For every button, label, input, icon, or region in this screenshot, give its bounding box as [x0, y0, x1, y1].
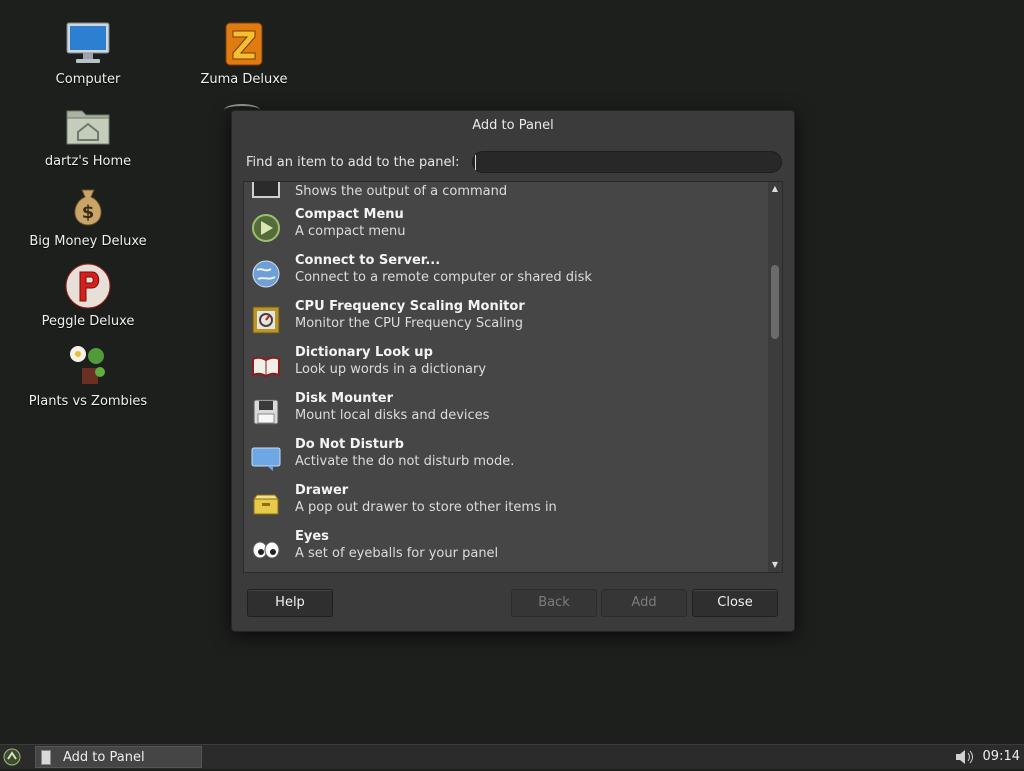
cpu-icon — [251, 305, 281, 335]
eyes-icon — [251, 535, 281, 565]
scroll-up-icon[interactable]: ▲ — [768, 182, 782, 196]
back-button[interactable]: Back — [511, 589, 597, 617]
taskbar: Add to Panel 09:14 — [0, 744, 1024, 769]
compact-menu-icon — [251, 213, 281, 243]
find-row: Find an item to add to the panel: — [246, 149, 782, 175]
volume-icon[interactable] — [954, 748, 976, 766]
command-icon — [251, 182, 281, 203]
list-item-desc: Shows the output of a command — [295, 184, 508, 199]
desktop-icon-label: Big Money Deluxe — [29, 234, 147, 249]
plants-icon — [64, 342, 112, 390]
computer-icon — [64, 20, 112, 68]
scrollbar-thumb[interactable] — [771, 265, 779, 339]
svg-text:$: $ — [82, 202, 95, 223]
list-item[interactable]: Do Not Disturb Activate the do not distu… — [244, 435, 766, 481]
home-folder-icon — [64, 102, 112, 150]
desktop-icon-label: Computer — [55, 72, 121, 87]
main-menu-icon[interactable] — [2, 747, 24, 767]
search-input[interactable] — [471, 151, 782, 173]
money-bag-icon: $ — [64, 182, 112, 230]
list-item-desc: Activate the do not disturb mode. — [295, 454, 515, 469]
scroll-down-icon[interactable]: ▼ — [768, 558, 782, 572]
list-scrollbar[interactable]: ▲ ▼ — [768, 182, 782, 572]
close-button[interactable]: Close — [692, 589, 778, 617]
window-icon — [41, 750, 51, 765]
zuma-icon — [220, 20, 268, 68]
peggle-icon — [64, 262, 112, 310]
dialog-title: Add to Panel — [472, 118, 554, 133]
desktop-icon-zuma[interactable]: Zuma Deluxe — [184, 20, 304, 87]
help-button[interactable]: Help — [247, 589, 333, 617]
add-button[interactable]: Add — [601, 589, 687, 617]
list-item[interactable]: Disk Mounter Mount local disks and devic… — [244, 389, 766, 435]
taskbar-window-label: Add to Panel — [63, 750, 145, 765]
list-item-desc: Mount local disks and devices — [295, 408, 490, 423]
list-item-desc: A set of eyeballs for your panel — [295, 546, 499, 561]
list-item-name: CPU Frequency Scaling Monitor — [295, 299, 525, 314]
list-item[interactable]: Dictionary Look up Look up words in a di… — [244, 343, 766, 389]
list-item-name: Connect to Server... — [295, 253, 441, 268]
find-label: Find an item to add to the panel: — [246, 154, 460, 170]
list-item-desc: A pop out drawer to store other items in — [295, 500, 557, 515]
list-item-desc: A compact menu — [295, 224, 406, 239]
desktop-icon-label: Plants vs Zombies — [28, 394, 148, 409]
desktop-icon-label: Zuma Deluxe — [200, 72, 288, 87]
desktop-icon-home[interactable]: dartz's Home — [28, 102, 148, 169]
list-item-name: Eyes — [295, 529, 329, 544]
globe-icon — [251, 259, 281, 289]
list-item-name: Compact Menu — [295, 207, 404, 222]
drawer-icon — [251, 489, 281, 519]
list-item-name: Drawer — [295, 483, 349, 498]
list-item-desc: Monitor the CPU Frequency Scaling — [295, 316, 523, 331]
list-item-desc: Look up words in a dictionary — [295, 362, 487, 377]
floppy-disk-icon — [251, 397, 281, 427]
list-item[interactable]: CPU Frequency Scaling Monitor Monitor th… — [244, 297, 766, 343]
list-item-desc: Connect to a remote computer or shared d… — [295, 270, 592, 285]
desktop-icon-plants[interactable]: Plants vs Zombies — [28, 342, 148, 409]
clock: 09:14 — [982, 749, 1020, 764]
panel-items-list[interactable]: Shows the output of a command Compact Me… — [243, 181, 783, 573]
desktop-icon-label: dartz's Home — [44, 154, 132, 169]
list-item-name: Disk Mounter — [295, 391, 393, 406]
notification-icon — [251, 443, 281, 473]
add-to-panel-dialog: Add to Panel Find an item to add to the … — [231, 110, 795, 632]
list-item[interactable]: Eyes A set of eyeballs for your panel — [244, 527, 766, 572]
text-caret — [474, 155, 476, 170]
desktop-icon-computer[interactable]: Computer — [28, 20, 148, 87]
list-item[interactable]: Drawer A pop out drawer to store other i… — [244, 481, 766, 527]
desktop-icon-peggle[interactable]: Peggle Deluxe — [28, 262, 148, 329]
list-item-name: Do Not Disturb — [295, 437, 404, 452]
desktop-icon-label: Peggle Deluxe — [41, 314, 135, 329]
book-icon — [251, 351, 281, 381]
taskbar-window-button[interactable]: Add to Panel — [35, 746, 202, 768]
list-item[interactable]: Compact Menu A compact menu — [244, 205, 766, 251]
list-item-name: Dictionary Look up — [295, 345, 433, 360]
desktop-icon-bigmoney[interactable]: $ Big Money Deluxe — [28, 182, 148, 249]
list-item[interactable]: Connect to Server... Connect to a remote… — [244, 251, 766, 297]
